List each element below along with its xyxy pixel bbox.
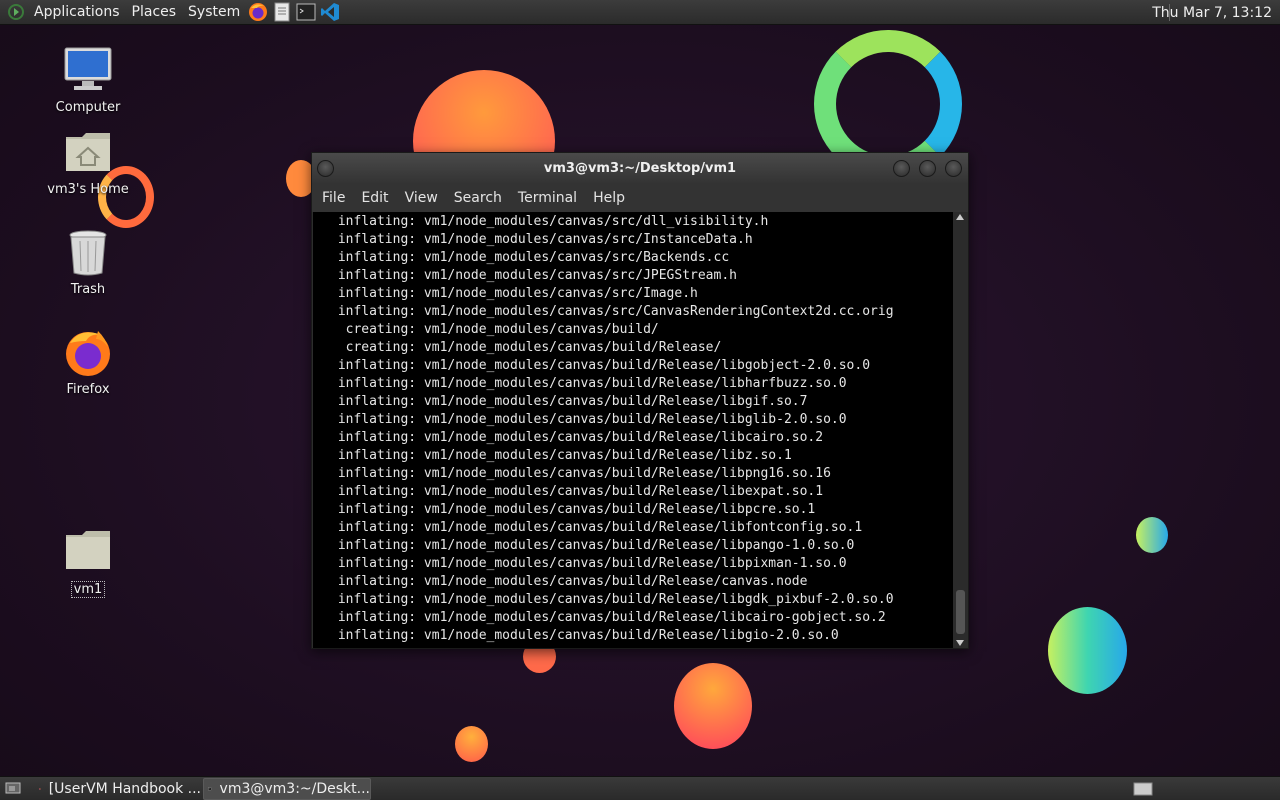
menu-view[interactable]: View [399,190,448,206]
terminal-icon[interactable] [295,1,317,23]
taskbar-item-firefox[interactable]: [UserVM Handbook ... [35,778,201,800]
system-menu[interactable]: System [182,0,246,25]
terminal-window[interactable]: vm3@vm3:~/Desktop/vm1 File Edit View Sea… [311,152,969,649]
desktop-icon-firefox[interactable]: Firefox [38,327,138,397]
terminal-line: inflating: vm1/node_modules/canvas/src/I… [330,232,753,247]
window-menu-button[interactable] [317,160,334,177]
terminal-icon [208,787,212,791]
desktop-icon-label: vm1 [70,581,106,598]
wallpaper-ball-tiny [455,726,488,762]
bottom-panel: [UserVM Handbook ... vm3@vm3:~/Deskt... [0,776,1280,800]
terminal-line: inflating: vm1/node_modules/canvas/build… [330,610,886,625]
show-desktop-button[interactable] [2,778,24,800]
taskbar-item-label: vm3@vm3:~/Deskt... [219,781,370,797]
desktop-icon-label: Trash [70,282,106,297]
taskbar-item-label: [UserVM Handbook ... [48,781,201,797]
desktop-icon-label: Computer [55,100,121,115]
desktop-icon-vm1[interactable]: vm1 [38,527,138,598]
scroll-down-arrow-icon[interactable] [956,640,964,646]
terminal-line: inflating: vm1/node_modules/canvas/build… [330,502,816,517]
terminal-line: inflating: vm1/node_modules/canvas/build… [330,358,871,373]
terminal-line: inflating: vm1/node_modules/canvas/src/B… [330,250,730,265]
wallpaper-ball-bottom [674,663,752,749]
terminal-line: inflating: vm1/node_modules/canvas/src/d… [330,214,769,229]
desktop-icon-label: Firefox [66,382,110,397]
desktop-icon-trash[interactable]: Trash [38,227,138,297]
places-menu[interactable]: Places [126,0,183,25]
scrollbar-thumb[interactable] [956,590,965,634]
top-panel: Applications Places System Thu Mar 7, 13… [0,0,1280,25]
workspace-icon [1133,782,1153,796]
terminal-line: inflating: vm1/node_modules/canvas/src/I… [330,286,698,301]
distro-logo-icon[interactable] [5,1,27,23]
terminal-menubar: File Edit View Search Terminal Help [312,184,968,212]
home-folder-icon [62,127,114,179]
trash-icon [62,227,114,279]
terminal-line: inflating: vm1/node_modules/canvas/build… [330,412,847,427]
terminal-line: inflating: vm1/node_modules/canvas/src/J… [330,268,737,283]
terminal-line: creating: vm1/node_modules/canvas/build/… [330,340,722,355]
terminal-line: inflating: vm1/node_modules/canvas/build… [330,448,792,463]
terminal-line: inflating: vm1/node_modules/canvas/build… [330,520,863,535]
menu-edit[interactable]: Edit [355,190,398,206]
text-editor-icon[interactable] [271,1,293,23]
window-titlebar[interactable]: vm3@vm3:~/Desktop/vm1 [312,153,968,184]
terminal-line: inflating: vm1/node_modules/canvas/build… [330,430,824,445]
wallpaper-ball-green [1048,607,1127,694]
desktop-icon-label: vm3's Home [47,182,129,197]
menu-file[interactable]: File [316,190,355,206]
maximize-button[interactable] [919,160,936,177]
terminal-line: inflating: vm1/node_modules/canvas/build… [330,394,808,409]
applications-menu[interactable]: Applications [28,0,126,25]
terminal-line: inflating: vm1/node_modules/canvas/build… [330,628,839,643]
menu-help[interactable]: Help [587,190,635,206]
scroll-up-arrow-icon[interactable] [956,214,964,220]
terminal-line: inflating: vm1/node_modules/canvas/build… [330,376,847,391]
show-desktop-icon [5,782,21,794]
menu-terminal[interactable]: Terminal [512,190,587,206]
folder-icon [62,527,114,579]
clock[interactable]: Thu Mar 7, 13:12 [1152,0,1272,25]
vscode-icon[interactable] [319,1,341,23]
wallpaper-ball-green-small [1136,517,1168,553]
terminal-scrollbar[interactable] [953,212,968,648]
workspace-switcher[interactable] [1128,778,1158,800]
close-button[interactable] [945,160,962,177]
terminal-line: inflating: vm1/node_modules/canvas/build… [330,466,831,481]
computer-icon [62,45,114,97]
terminal-line: inflating: vm1/node_modules/canvas/build… [330,538,855,553]
terminal-line: creating: vm1/node_modules/canvas/build/ [330,322,659,337]
taskbar-item-terminal[interactable]: vm3@vm3:~/Deskt... [203,778,371,800]
terminal-output[interactable]: inflating: vm1/node_modules/canvas/src/d… [313,212,953,648]
terminal-line: inflating: vm1/node_modules/canvas/build… [330,574,808,589]
window-title: vm3@vm3:~/Desktop/vm1 [543,161,737,176]
firefox-icon[interactable] [247,1,269,23]
terminal-line: inflating: vm1/node_modules/canvas/src/C… [330,304,894,319]
firefox-icon [62,327,114,379]
terminal-line: inflating: vm1/node_modules/canvas/build… [330,592,894,607]
minimize-button[interactable] [893,160,910,177]
menu-search[interactable]: Search [448,190,512,206]
terminal-line: inflating: vm1/node_modules/canvas/build… [330,484,824,499]
terminal-line: inflating: vm1/node_modules/canvas/build… [330,556,847,571]
desktop-icon-home[interactable]: vm3's Home [38,127,138,197]
desktop-icon-computer[interactable]: Computer [38,45,138,115]
firefox-icon [39,788,41,790]
